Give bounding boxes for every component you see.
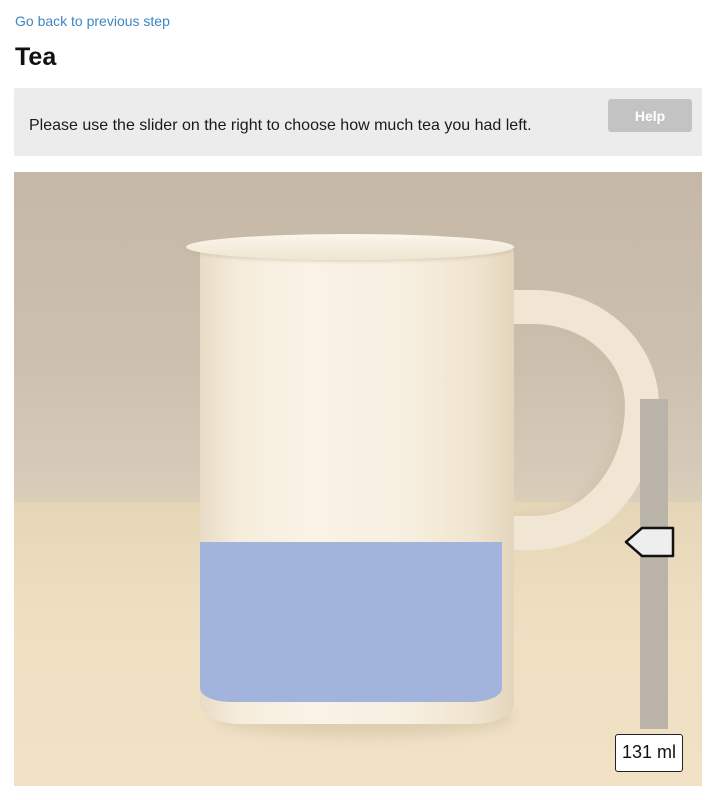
page-title: Tea [15, 43, 57, 71]
portion-slider-track[interactable] [640, 399, 668, 729]
back-link[interactable]: Go back to previous step [15, 12, 170, 30]
volume-readout: 131 ml [615, 734, 683, 772]
help-button[interactable]: Help [608, 99, 692, 132]
slider-handle-icon[interactable] [624, 526, 676, 558]
mug-rim [186, 234, 514, 260]
portion-image: 131 ml [14, 172, 702, 786]
tea-fill-overlay [200, 542, 502, 702]
instruction-text: Please use the slider on the right to ch… [29, 117, 532, 134]
instruction-panel: Please use the slider on the right to ch… [14, 88, 702, 156]
